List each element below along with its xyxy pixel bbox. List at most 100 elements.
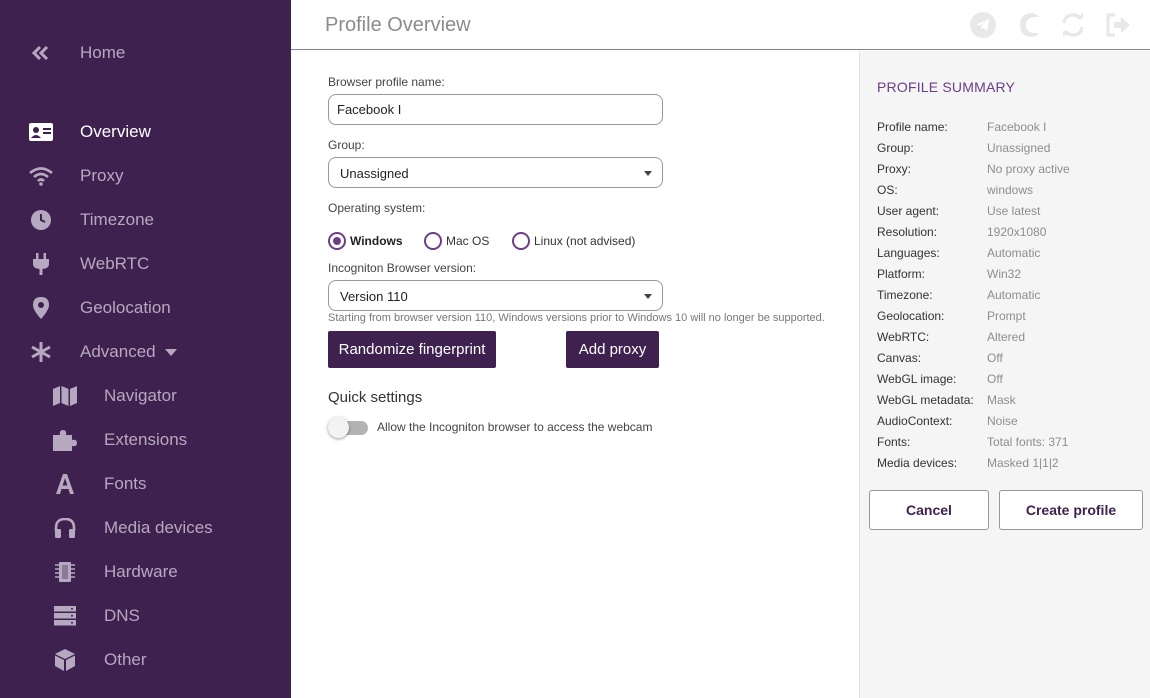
group-select-value: Unassigned xyxy=(340,166,409,181)
sidebar-item-label: Hardware xyxy=(104,562,178,581)
summary-row-key: OS: xyxy=(877,183,898,197)
font-icon xyxy=(52,471,78,497)
summary-row-value: Mask xyxy=(987,393,1016,407)
sidebar-item-label: Home xyxy=(80,43,126,62)
caret-down-icon xyxy=(644,294,652,299)
sidebar-item-navigator[interactable]: Navigator xyxy=(0,378,291,414)
summary-row: Geolocation: Prompt xyxy=(877,309,1147,325)
summary-row-value: Masked 1|1|2 xyxy=(987,456,1059,470)
webcam-toggle[interactable] xyxy=(328,417,368,438)
sidebar-item-extensions[interactable]: Extensions xyxy=(0,422,291,458)
summary-row-value: 1920x1080 xyxy=(987,225,1047,239)
summary-row-key: Canvas: xyxy=(877,351,922,365)
moon-icon[interactable] xyxy=(1014,11,1042,39)
summary-title: PROFILE SUMMARY xyxy=(877,79,1016,95)
summary-row-value: Total fonts: 371 xyxy=(987,435,1069,449)
sidebar-item-overview[interactable]: Overview xyxy=(0,114,291,150)
sync-icon[interactable] xyxy=(1059,11,1087,39)
profile-name-input[interactable] xyxy=(328,94,663,125)
headphones-icon xyxy=(52,515,78,541)
logout-icon[interactable] xyxy=(1104,11,1132,39)
os-radio-linux[interactable]: Linux (not advised) xyxy=(512,231,635,251)
summary-row-value: Unassigned xyxy=(987,141,1051,155)
summary-row-key: WebGL image: xyxy=(877,372,957,386)
version-select[interactable]: Version 110 xyxy=(328,280,663,311)
summary-row-key: Timezone: xyxy=(877,288,933,302)
summary-row-value: Automatic xyxy=(987,246,1041,260)
sidebar-item-advanced[interactable]: Advanced xyxy=(0,334,291,370)
asterisk-icon xyxy=(28,339,54,365)
profile-summary-panel: PROFILE SUMMARY Profile name: Facebook I G… xyxy=(859,51,1150,698)
summary-row-key: Media devices: xyxy=(877,456,958,470)
clock-icon xyxy=(28,207,54,233)
cube-icon xyxy=(52,647,78,673)
sidebar-item-timezone[interactable]: Timezone xyxy=(0,202,291,238)
wifi-icon xyxy=(28,163,54,189)
summary-row-value: Altered xyxy=(987,330,1026,344)
profile-name-label: Browser profile name: xyxy=(328,75,445,89)
summary-row-key: WebRTC: xyxy=(877,330,930,344)
sidebar-item-label: Fonts xyxy=(104,474,147,493)
summary-row-key: Languages: xyxy=(877,246,940,260)
summary-row-key: Fonts: xyxy=(877,435,911,449)
sidebar-item-label: DNS xyxy=(104,606,140,625)
cancel-button[interactable]: Cancel xyxy=(869,490,989,530)
summary-row-value: windows xyxy=(987,183,1034,197)
version-select-value: Version 110 xyxy=(340,289,408,304)
sidebar-item-other[interactable]: Other xyxy=(0,642,291,678)
summary-row-value: Automatic xyxy=(987,288,1041,302)
os-radio-windows[interactable]: Windows xyxy=(328,231,403,251)
radio-unselected-icon xyxy=(424,232,442,250)
summary-row: Group: Unassigned xyxy=(877,141,1147,157)
os-radio-label: Linux (not advised) xyxy=(534,234,636,248)
page-title: Profile Overview xyxy=(325,14,471,36)
randomize-fingerprint-button[interactable]: Randomize fingerprint xyxy=(328,331,496,368)
plug-icon xyxy=(28,251,54,277)
summary-row-key: WebGL metadata: xyxy=(877,393,974,407)
summary-row: Resolution: 1920x1080 xyxy=(877,225,1147,241)
radio-unselected-icon xyxy=(512,232,530,250)
summary-row: Proxy: No proxy active xyxy=(877,162,1147,178)
sidebar-item-home[interactable]: Home xyxy=(0,35,291,71)
summary-row-key: Profile name: xyxy=(877,120,948,134)
caret-down-icon xyxy=(165,349,177,356)
group-select[interactable]: Unassigned xyxy=(328,157,663,188)
sidebar-item-fonts[interactable]: Fonts xyxy=(0,466,291,502)
sidebar-item-hardware[interactable]: Hardware xyxy=(0,554,291,590)
summary-row-value: Off xyxy=(987,351,1003,365)
summary-row-value: Prompt xyxy=(987,309,1026,323)
double-chevron-left-icon xyxy=(28,40,54,66)
summary-row-value: Win32 xyxy=(987,267,1022,281)
create-profile-button[interactable]: Create profile xyxy=(999,490,1143,530)
sidebar-item-webrtc[interactable]: WebRTC xyxy=(0,246,291,282)
sidebar-item-label: Navigator xyxy=(104,386,177,405)
summary-row: Media devices: Masked 1|1|2 xyxy=(877,456,1147,472)
summary-row-key: User agent: xyxy=(877,204,940,218)
os-radio-macos[interactable]: Mac OS xyxy=(424,231,489,251)
summary-row: Platform: Win32 xyxy=(877,267,1147,283)
quick-settings-title: Quick settings xyxy=(328,389,423,406)
summary-row-value: Noise xyxy=(987,414,1018,428)
sidebar-item-label: Advanced xyxy=(80,342,156,361)
summary-row: WebGL metadata: Mask xyxy=(877,393,1147,409)
sidebar-item-label: Proxy xyxy=(80,166,124,185)
caret-down-icon xyxy=(644,171,652,176)
telegram-icon[interactable] xyxy=(969,11,997,39)
os-radio-group: Windows Mac OS Linux (not advised) xyxy=(328,231,859,251)
group-label: Group: xyxy=(328,138,365,152)
sidebar-item-proxy[interactable]: Proxy xyxy=(0,158,291,194)
summary-row-key: AudioContext: xyxy=(877,414,953,428)
os-label: Operating system: xyxy=(328,201,426,215)
chip-icon xyxy=(52,559,78,585)
radio-selected-icon xyxy=(328,232,346,250)
add-proxy-button[interactable]: Add proxy xyxy=(566,331,659,368)
sidebar-item-geolocation[interactable]: Geolocation xyxy=(0,290,291,326)
version-label: Incogniton Browser version: xyxy=(328,261,477,275)
sidebar-item-label: Other xyxy=(104,650,147,669)
sidebar-item-label: Overview xyxy=(80,122,151,141)
sidebar-item-media-devices[interactable]: Media devices xyxy=(0,510,291,546)
sidebar-item-dns[interactable]: DNS xyxy=(0,598,291,634)
summary-row-key: Resolution: xyxy=(877,225,938,239)
sidebar: Home Overview Proxy Timezone WebRTC Geol… xyxy=(0,0,291,698)
summary-row: Fonts: Total fonts: 371 xyxy=(877,435,1147,451)
